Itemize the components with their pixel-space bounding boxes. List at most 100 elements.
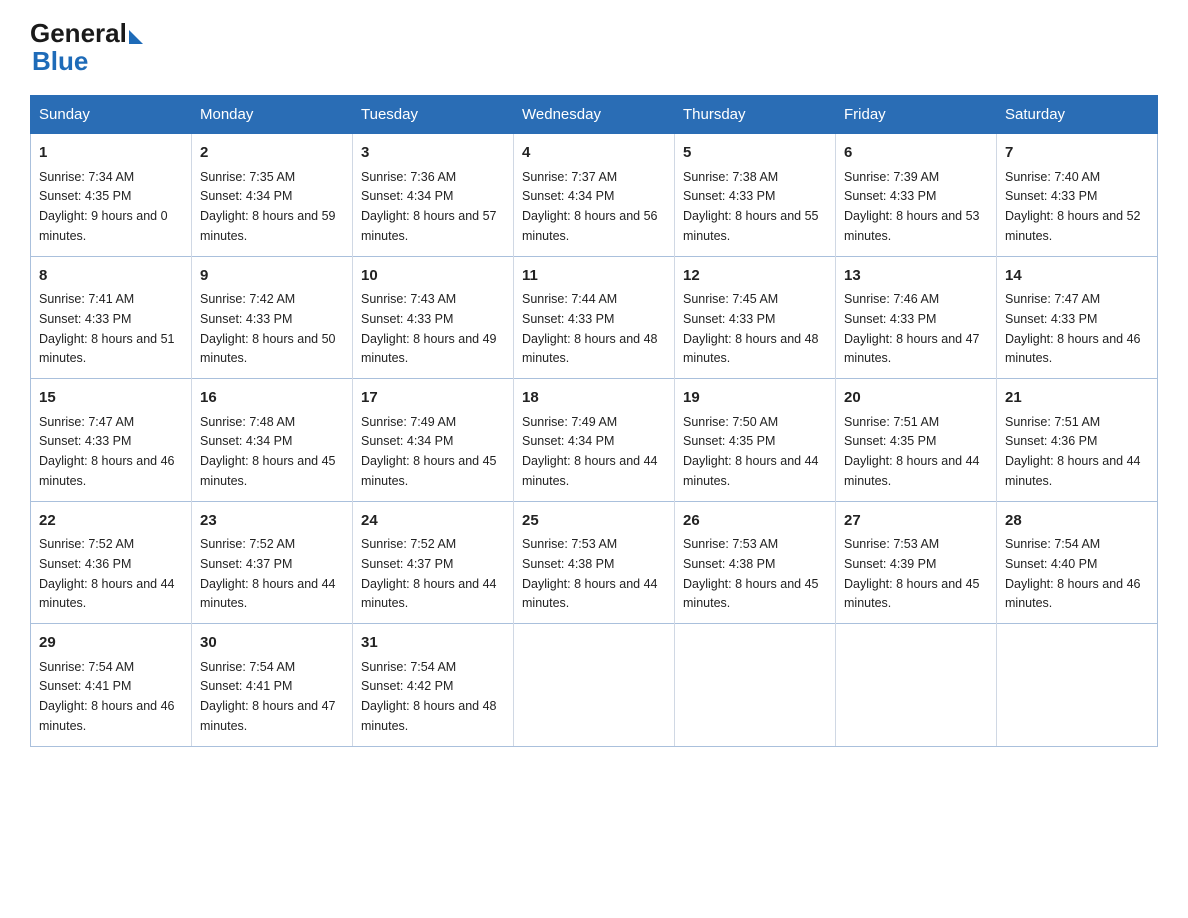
week-row-5: 29Sunrise: 7:54 AMSunset: 4:41 PMDayligh… <box>31 624 1158 747</box>
cell-week3-day0: 15Sunrise: 7:47 AMSunset: 4:33 PMDayligh… <box>31 379 192 502</box>
sunrise-info: Sunrise: 7:46 AM <box>844 292 939 306</box>
sunrise-info: Sunrise: 7:52 AM <box>200 537 295 551</box>
daylight-info: Daylight: 8 hours and 53 minutes. <box>844 209 980 243</box>
day-number: 27 <box>844 510 988 533</box>
day-number: 1 <box>39 142 183 165</box>
day-number: 4 <box>522 142 666 165</box>
cell-week2-day6: 14Sunrise: 7:47 AMSunset: 4:33 PMDayligh… <box>997 256 1158 379</box>
daylight-info: Daylight: 8 hours and 51 minutes. <box>39 332 175 366</box>
sunrise-info: Sunrise: 7:54 AM <box>39 660 134 674</box>
week-row-2: 8 Sunrise: 7:41 AM Sunset: 4:33 PM Daylight… <box>31 256 1158 379</box>
sunrise-info: Sunrise: 7:40 AM <box>1005 170 1100 184</box>
daylight-info: Daylight: 8 hours and 59 minutes. <box>200 209 336 243</box>
cell-week1-day1: 2Sunrise: 7:35 AMSunset: 4:34 PMDaylight… <box>192 134 353 257</box>
daylight-info: Daylight: 8 hours and 44 minutes. <box>844 454 980 488</box>
cell-week4-day4: 26Sunrise: 7:53 AMSunset: 4:38 PMDayligh… <box>675 501 836 624</box>
day-number: 17 <box>361 387 505 410</box>
sunset-info: Sunset: 4:35 PM <box>39 189 131 203</box>
day-number: 6 <box>844 142 988 165</box>
sunset-info: Sunset: 4:33 PM <box>200 312 292 326</box>
day-number: 30 <box>200 632 344 655</box>
day-number: 23 <box>200 510 344 533</box>
sunset-info: Sunset: 4:34 PM <box>522 189 614 203</box>
day-number: 2 <box>200 142 344 165</box>
cell-week1-day5: 6Sunrise: 7:39 AMSunset: 4:33 PMDaylight… <box>836 134 997 257</box>
sunrise-info: Sunrise: 7:34 AM <box>39 170 134 184</box>
sunrise-info: Sunrise: 7:38 AM <box>683 170 778 184</box>
sunset-info: Sunset: 4:42 PM <box>361 679 453 693</box>
daylight-info: Daylight: 8 hours and 45 minutes. <box>200 454 336 488</box>
daylight-info: Daylight: 9 hours and 0 minutes. <box>39 209 168 243</box>
sunrise-info: Sunrise: 7:36 AM <box>361 170 456 184</box>
sunrise-info: Sunrise: 7:52 AM <box>361 537 456 551</box>
cell-week1-day3: 4Sunrise: 7:37 AMSunset: 4:34 PMDaylight… <box>514 134 675 257</box>
day-number: 28 <box>1005 510 1149 533</box>
daylight-info: Daylight: 8 hours and 48 minutes. <box>522 332 658 366</box>
day-number: 15 <box>39 387 183 410</box>
sunrise-info: Sunrise: 7:49 AM <box>522 415 617 429</box>
day-number: 14 <box>1005 265 1149 288</box>
cell-week1-day6: 7 Sunrise: 7:40 AM Sunset: 4:33 PM Daylight… <box>997 134 1158 257</box>
sunset-info: Sunset: 4:33 PM <box>1005 189 1097 203</box>
day-number: 22 <box>39 510 183 533</box>
sunrise-info: Sunrise: 7:53 AM <box>844 537 939 551</box>
sunset-info: Sunset: 4:34 PM <box>522 434 614 448</box>
week-row-3: 15Sunrise: 7:47 AMSunset: 4:33 PMDayligh… <box>31 379 1158 502</box>
daylight-info: Daylight: 8 hours and 47 minutes. <box>200 699 336 733</box>
daylight-info: Daylight: 8 hours and 52 minutes. <box>1005 209 1141 243</box>
sunset-info: Sunset: 4:34 PM <box>361 434 453 448</box>
cell-week4-day6: 28Sunrise: 7:54 AMSunset: 4:40 PMDayligh… <box>997 501 1158 624</box>
week-row-1: 1 Sunrise: 7:34 AM Sunset: 4:35 PM Daylight… <box>31 134 1158 257</box>
sunrise-info: Sunrise: 7:42 AM <box>200 292 295 306</box>
sunrise-info: Sunrise: 7:48 AM <box>200 415 295 429</box>
daylight-info: Daylight: 8 hours and 44 minutes. <box>683 454 819 488</box>
cell-week3-day3: 18Sunrise: 7:49 AMSunset: 4:34 PMDayligh… <box>514 379 675 502</box>
sunrise-info: Sunrise: 7:39 AM <box>844 170 939 184</box>
daylight-info: Daylight: 8 hours and 44 minutes. <box>200 577 336 611</box>
day-number: 9 <box>200 265 344 288</box>
header-friday: Friday <box>836 96 997 134</box>
sunset-info: Sunset: 4:34 PM <box>361 189 453 203</box>
day-number: 25 <box>522 510 666 533</box>
day-number: 16 <box>200 387 344 410</box>
calendar-table: SundayMondayTuesdayWednesdayThursdayFrid… <box>30 95 1158 747</box>
daylight-info: Daylight: 8 hours and 44 minutes. <box>522 454 658 488</box>
sunset-info: Sunset: 4:36 PM <box>39 557 131 571</box>
day-number: 5 <box>683 142 827 165</box>
cell-week5-day4 <box>675 624 836 747</box>
daylight-info: Daylight: 8 hours and 44 minutes. <box>522 577 658 611</box>
day-number: 7 <box>1005 142 1149 165</box>
sunrise-info: Sunrise: 7:37 AM <box>522 170 617 184</box>
logo-general-text: General <box>30 20 127 46</box>
day-number: 8 <box>39 265 183 288</box>
day-number: 26 <box>683 510 827 533</box>
sunrise-info: Sunrise: 7:49 AM <box>361 415 456 429</box>
sunrise-info: Sunrise: 7:41 AM <box>39 292 134 306</box>
cell-week3-day1: 16 Sunrise: 7:48 AM Sunset: 4:34 PM Dayligh… <box>192 379 353 502</box>
cell-week5-day5 <box>836 624 997 747</box>
daylight-info: Daylight: 8 hours and 45 minutes. <box>361 454 497 488</box>
sunrise-info: Sunrise: 7:53 AM <box>683 537 778 551</box>
cell-week5-day2: 31Sunrise: 7:54 AMSunset: 4:42 PMDayligh… <box>353 624 514 747</box>
sunset-info: Sunset: 4:33 PM <box>844 312 936 326</box>
cell-week3-day6: 21Sunrise: 7:51 AMSunset: 4:36 PMDayligh… <box>997 379 1158 502</box>
cell-week4-day1: 23Sunrise: 7:52 AMSunset: 4:37 PMDayligh… <box>192 501 353 624</box>
sunrise-info: Sunrise: 7:47 AM <box>39 415 134 429</box>
day-number: 13 <box>844 265 988 288</box>
daylight-info: Daylight: 8 hours and 49 minutes. <box>361 332 497 366</box>
cell-week2-day0: 8Sunrise: 7:41 AMSunset: 4:33 PMDaylight… <box>31 256 192 379</box>
daylight-info: Daylight: 8 hours and 50 minutes. <box>200 332 336 366</box>
cell-week4-day5: 27Sunrise: 7:53 AMSunset: 4:39 PMDayligh… <box>836 501 997 624</box>
sunset-info: Sunset: 4:33 PM <box>683 189 775 203</box>
sunset-info: Sunset: 4:34 PM <box>200 434 292 448</box>
header-sunday: Sunday <box>31 96 192 134</box>
logo-arrow-icon <box>129 30 143 44</box>
sunset-info: Sunset: 4:37 PM <box>361 557 453 571</box>
daylight-info: Daylight: 8 hours and 44 minutes. <box>361 577 497 611</box>
daylight-info: Daylight: 8 hours and 45 minutes. <box>844 577 980 611</box>
daylight-info: Daylight: 8 hours and 46 minutes. <box>39 454 175 488</box>
cell-week2-day5: 13 Sunrise: 7:46 AM Sunset: 4:33 PM Dayligh… <box>836 256 997 379</box>
daylight-info: Daylight: 8 hours and 46 minutes. <box>1005 577 1141 611</box>
daylight-info: Daylight: 8 hours and 47 minutes. <box>844 332 980 366</box>
cell-week5-day0: 29Sunrise: 7:54 AMSunset: 4:41 PMDayligh… <box>31 624 192 747</box>
